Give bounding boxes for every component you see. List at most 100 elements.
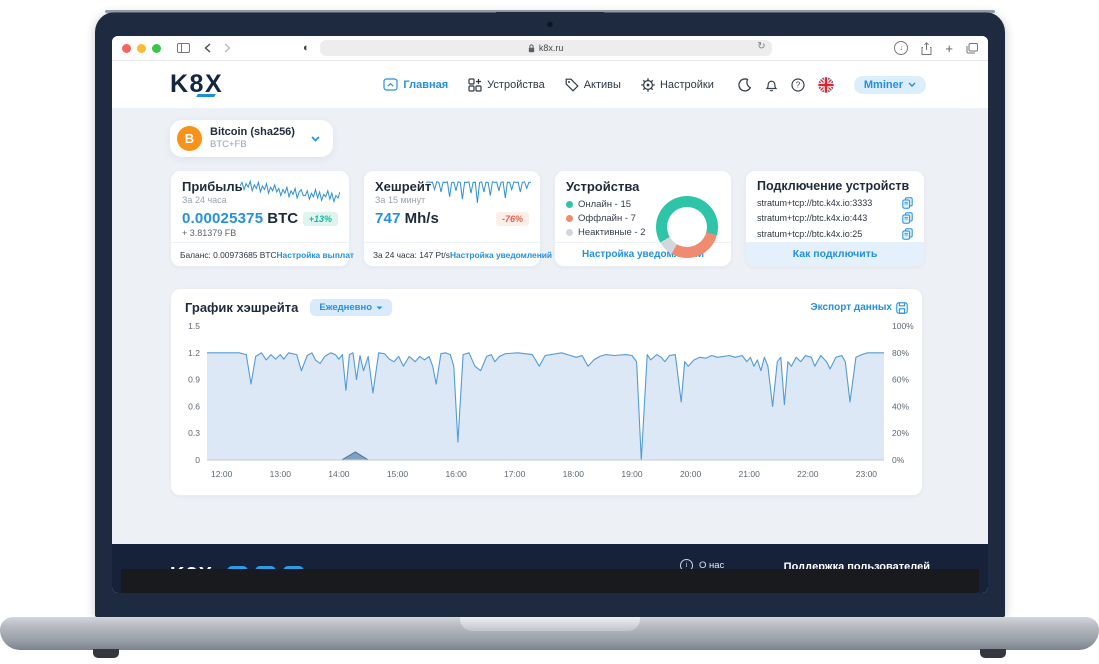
stratum-url-row: stratum+tcp://btc.k4x.io:443 [757, 212, 913, 224]
save-icon [896, 302, 908, 314]
copy-icon[interactable] [902, 228, 913, 240]
profit-unit: BTC [267, 210, 298, 227]
laptop-screen-frame: ◐ k8x.ru ↻ ↓ + K8X [95, 12, 1005, 617]
payout-settings-link[interactable]: Настройка выплат [277, 250, 354, 260]
profit-card: Прибыль За 24 часа 0.00025375 BTC +13% +… [170, 170, 350, 267]
stratum-url: stratum+tcp://btc.k4x.io:443 [757, 213, 867, 223]
stratum-url: stratum+tcp://btc.k4x.io:3333 [757, 198, 872, 208]
help-icon[interactable]: ? [791, 78, 805, 92]
devices-donut-chart [656, 196, 718, 258]
hashrate-change-badge: -76% [496, 212, 529, 226]
language-flag-icon[interactable] [818, 77, 834, 93]
nav-item-home-label: Главная [403, 79, 448, 91]
nav-item-assets[interactable]: Активы [565, 78, 621, 92]
period-selector-dropdown[interactable]: Ежедневно [310, 299, 392, 316]
stratum-url: stratum+tcp://btc.k4x.io:25 [757, 229, 862, 239]
new-tab-icon[interactable]: + [945, 42, 953, 55]
svg-text:19:00: 19:00 [621, 469, 643, 479]
share-icon[interactable] [921, 42, 932, 55]
downloads-icon[interactable]: ↓ [894, 41, 908, 55]
balance-text: Баланс: 0.00973685 BTC [180, 250, 277, 260]
privacy-shield-icon[interactable]: ◐ [303, 42, 310, 54]
browser-back-icon[interactable] [204, 43, 211, 53]
notifications-bell-icon[interactable] [765, 78, 778, 92]
coin-name: Bitcoin (sha256) [210, 126, 295, 139]
svg-text:0: 0 [195, 455, 200, 465]
window-zoom-button[interactable] [152, 44, 161, 53]
svg-text:23:00: 23:00 [856, 469, 878, 479]
devices-icon [468, 78, 482, 92]
user-menu-button[interactable]: Mminer [854, 76, 926, 94]
svg-text:16:00: 16:00 [445, 469, 467, 479]
export-data-link[interactable]: Экспорт данных [811, 302, 908, 314]
chevron-down-icon [908, 82, 916, 87]
browser-forward-icon[interactable] [224, 43, 231, 53]
hashrate-unit: Mh/s [405, 210, 439, 227]
hashrate-card: Хешрейт За 15 минут 747 Mh/s -76% За 24 … [363, 170, 541, 267]
notification-settings-link[interactable]: Настройка уведомлений [450, 250, 552, 260]
connection-title: Подключение устройств [757, 179, 913, 193]
svg-text:14:00: 14:00 [328, 469, 350, 479]
dark-mode-icon[interactable] [738, 78, 752, 92]
gear-icon [641, 78, 655, 92]
stratum-url-row: stratum+tcp://btc.k4x.io:25 [757, 228, 913, 240]
window-minimize-button[interactable] [137, 44, 146, 53]
svg-text:0.3: 0.3 [188, 428, 200, 438]
svg-text:21:00: 21:00 [739, 469, 761, 479]
svg-text:20:00: 20:00 [680, 469, 702, 479]
user-name: Mminer [864, 79, 903, 91]
online-dot [566, 201, 573, 208]
laptop-notch [496, 12, 604, 33]
how-to-connect-button[interactable]: Как подключить [746, 242, 924, 266]
svg-text:22:00: 22:00 [797, 469, 819, 479]
tag-icon [565, 78, 579, 92]
svg-text:0%: 0% [892, 455, 905, 465]
window-close-button[interactable] [122, 44, 131, 53]
devices-card: Устройства Онлайн - 15 Оффлайн - 7 Неакт… [554, 170, 732, 267]
laptop-foot [93, 649, 119, 658]
svg-text:17:00: 17:00 [504, 469, 526, 479]
profit-sparkline [240, 179, 340, 205]
profit-value: 0.00025375 [182, 210, 263, 227]
inactive-dot [566, 229, 573, 236]
coin-selector[interactable]: B Bitcoin (sha256) BTC+FB [170, 120, 333, 157]
hashrate-sparkline [426, 179, 531, 205]
k8x-logo[interactable]: K8X [170, 72, 223, 97]
chevron-down-icon [376, 306, 383, 310]
coin-sub: BTC+FB [210, 139, 295, 150]
svg-text:15:00: 15:00 [387, 469, 409, 479]
hashrate-area-chart: 1.5100%1.280%0.960%0.640%0.320%00%12:001… [171, 318, 924, 484]
bitcoin-icon: B [177, 126, 202, 151]
svg-text:13:00: 13:00 [270, 469, 292, 479]
how-to-connect-label: Как подключить [793, 248, 878, 260]
hashrate-chart-card: График хэшрейта Ежедневно Экспорт данных… [170, 288, 923, 496]
copy-icon[interactable] [902, 197, 913, 209]
nav-item-settings-label: Настройки [660, 79, 714, 91]
webcam-icon [547, 21, 554, 28]
svg-text:80%: 80% [892, 348, 909, 358]
online-label: Онлайн - 15 [578, 199, 631, 210]
nav-item-settings[interactable]: Настройки [641, 78, 714, 92]
screen-content: ◐ k8x.ru ↻ ↓ + K8X [112, 36, 988, 593]
profit-secondary-value: + 3.81379 FB [182, 228, 338, 238]
svg-text:1.2: 1.2 [188, 348, 200, 358]
svg-text:0.9: 0.9 [188, 375, 200, 385]
header-icon-group: ? [738, 77, 834, 93]
laptop-lid-scoop [460, 617, 640, 631]
svg-text:12:00: 12:00 [211, 469, 233, 479]
svg-text:20%: 20% [892, 428, 909, 438]
copy-icon[interactable] [902, 212, 913, 224]
lock-icon [528, 44, 535, 53]
period-selector-value: Ежедневно [319, 302, 372, 313]
nav-item-devices[interactable]: Устройства [468, 78, 545, 92]
svg-text:40%: 40% [892, 401, 909, 411]
tab-overview-icon[interactable] [966, 43, 978, 54]
main-content: B Bitcoin (sha256) BTC+FB Прибыль За 24 … [112, 109, 988, 544]
address-bar[interactable]: k8x.ru ↻ [320, 40, 772, 56]
laptop-foot [980, 649, 1006, 658]
nav-item-home[interactable]: Главная [383, 78, 448, 91]
chevron-down-icon [311, 136, 320, 142]
offline-label: Оффлайн - 7 [578, 213, 636, 224]
sidebar-toggle-icon[interactable] [177, 43, 190, 53]
reload-icon[interactable]: ↻ [757, 41, 765, 52]
